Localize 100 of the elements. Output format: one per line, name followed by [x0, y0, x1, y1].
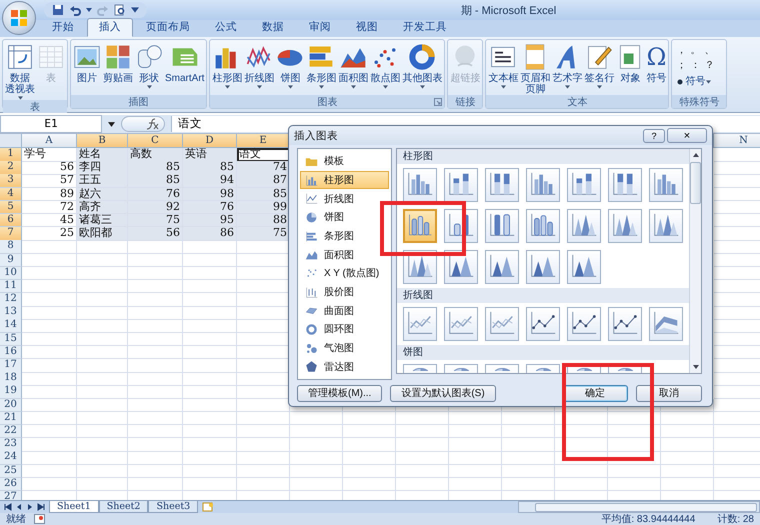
row-header[interactable]: 26	[0, 478, 22, 492]
ribbon-tab[interactable]: 审阅	[297, 18, 343, 37]
table-cell: 李四	[77, 161, 128, 175]
row-header[interactable]: 16	[0, 346, 22, 360]
ribbon-tab[interactable]: 开发工具	[391, 18, 459, 37]
column-header[interactable]: E	[237, 134, 290, 148]
ribbon-button[interactable]: 剪贴画	[103, 42, 133, 84]
chart-category-item[interactable]: 气泡图	[300, 338, 389, 358]
manage-templates-button[interactable]: 管理模板(M)...	[297, 384, 382, 402]
chart-category-item[interactable]: 面积图	[300, 245, 389, 264]
name-box[interactable]: E1	[0, 115, 102, 133]
chart-category-item[interactable]: 模板	[300, 152, 389, 171]
row-header[interactable]: 5	[0, 200, 22, 214]
ribbon-button[interactable]: 形状	[135, 42, 163, 89]
ribbon-button[interactable]: Ω 符号	[646, 42, 666, 84]
row-header[interactable]: 17	[0, 359, 22, 372]
chart-category-item[interactable]: 曲面图	[300, 301, 389, 320]
table-cell: 75	[128, 214, 183, 228]
row-header[interactable]: 11	[0, 280, 22, 294]
symbol-button[interactable]: ：	[688, 57, 702, 72]
symbol-button[interactable]: 、	[702, 42, 716, 57]
sheet-tab[interactable]: Sheet2	[98, 501, 148, 513]
ribbon-button[interactable]: 折线图	[244, 42, 274, 89]
sheet-tab[interactable]: Sheet3	[148, 501, 198, 513]
ribbon-tab[interactable]: 视图	[344, 18, 390, 37]
chart-category-item[interactable]: 柱形图	[300, 170, 389, 190]
table-cell: 英语	[183, 148, 237, 162]
row-header[interactable]: 8	[0, 240, 22, 254]
table-cell: 87	[237, 174, 290, 188]
row-header[interactable]: 7	[0, 227, 22, 241]
ribbon-tab[interactable]: 插入	[87, 18, 133, 37]
ribbon-button[interactable]: 饼图	[276, 42, 304, 89]
chart-category-item[interactable]: 雷达图	[300, 357, 389, 376]
sheet-tab[interactable]: Sheet1	[49, 501, 99, 513]
ribbon-button[interactable]: 对象	[616, 42, 644, 84]
ribbon-button[interactable]: 其他图表	[402, 42, 442, 89]
row-header[interactable]: 22	[0, 424, 22, 438]
chart-category-item[interactable]: 圆环图	[300, 320, 389, 339]
table-cell: 56	[128, 227, 183, 241]
row-header[interactable]: 19	[0, 385, 22, 399]
row-header[interactable]: 15	[0, 332, 22, 346]
row-header[interactable]: 23	[0, 438, 22, 452]
row-header[interactable]: 6	[0, 214, 22, 228]
column-header[interactable]: A	[22, 134, 77, 148]
row-header[interactable]: 25	[0, 464, 22, 478]
row-header[interactable]: 21	[0, 412, 22, 426]
chart-category-item[interactable]: 股价图	[300, 282, 389, 302]
status-mode: 就绪	[6, 512, 26, 525]
row-header[interactable]: 13	[0, 306, 22, 320]
help-button[interactable]: ?	[643, 128, 665, 142]
symbol-button[interactable]: ；	[674, 57, 688, 72]
row-header[interactable]: 1	[0, 148, 22, 162]
row-header[interactable]: 12	[0, 293, 22, 307]
symbol-button[interactable]: ？	[702, 57, 716, 72]
set-default-chart-button[interactable]: 设置为默认图表(S)	[390, 384, 496, 402]
row-header[interactable]: 14	[0, 319, 22, 333]
ribbon-button[interactable]: 柱形图	[212, 42, 242, 89]
ribbon-tab[interactable]: 开始	[40, 18, 86, 37]
ribbon-button[interactable]: 页眉和 页脚	[520, 42, 550, 95]
symbol-button[interactable]: 。	[688, 42, 702, 57]
window-title: 期 - Microsoft Excel	[460, 4, 558, 18]
table-cell: 76	[183, 200, 237, 214]
cancel-button[interactable]: 取消	[636, 384, 702, 402]
section-header: 折线图	[397, 288, 689, 303]
ribbon-button[interactable]: SmartArt	[165, 42, 204, 84]
ribbon-tab[interactable]: 数据	[250, 18, 296, 37]
close-button[interactable]: ×	[667, 128, 707, 143]
chart-category-item[interactable]: 饼图	[300, 208, 389, 227]
chart-category-item[interactable]: 折线图	[300, 189, 389, 208]
table-cell: 86	[183, 227, 237, 241]
column-header[interactable]: D	[183, 134, 237, 148]
ribbon-button[interactable]: 文本框	[488, 42, 518, 89]
row-header[interactable]: 9	[0, 254, 22, 267]
ribbon-button[interactable]: 条形图	[306, 42, 336, 89]
row-header[interactable]: 18	[0, 372, 22, 386]
column-header[interactable]: C	[128, 134, 183, 148]
table-cell: 赵六	[77, 188, 128, 202]
row-header[interactable]: 20	[0, 398, 22, 412]
ribbon-button[interactable]: 散点图	[370, 42, 400, 89]
ribbon-tab[interactable]: 页面布局	[134, 18, 202, 37]
row-header[interactable]: 4	[0, 188, 22, 202]
ribbon-button[interactable]: 面积图	[338, 42, 368, 89]
table-cell: 85	[128, 161, 183, 175]
group-label: 插图	[128, 96, 149, 108]
ribbon-button[interactable]: 艺术字	[552, 42, 582, 89]
ribbon-button[interactable]: 图片	[73, 42, 101, 84]
row-header[interactable]: 2	[0, 161, 22, 175]
symbol-button[interactable]: ，	[674, 42, 688, 57]
chart-category-item[interactable]: 条形图	[300, 226, 389, 246]
row-header[interactable]: 3	[0, 174, 22, 188]
row-header[interactable]: 10	[0, 266, 22, 280]
column-header[interactable]: B	[77, 134, 128, 148]
table-cell: 姓名	[77, 148, 128, 162]
ribbon-button[interactable]: 签名行	[584, 42, 614, 89]
ribbon-button[interactable]: 符号	[676, 76, 712, 87]
column-header[interactable]: N	[714, 134, 760, 148]
row-header[interactable]: 24	[0, 451, 22, 465]
chart-category-item[interactable]: X Y (散点图)	[300, 264, 389, 283]
ribbon-button[interactable]: 数据 透视表	[5, 42, 35, 100]
ribbon-tab[interactable]: 公式	[203, 18, 249, 37]
